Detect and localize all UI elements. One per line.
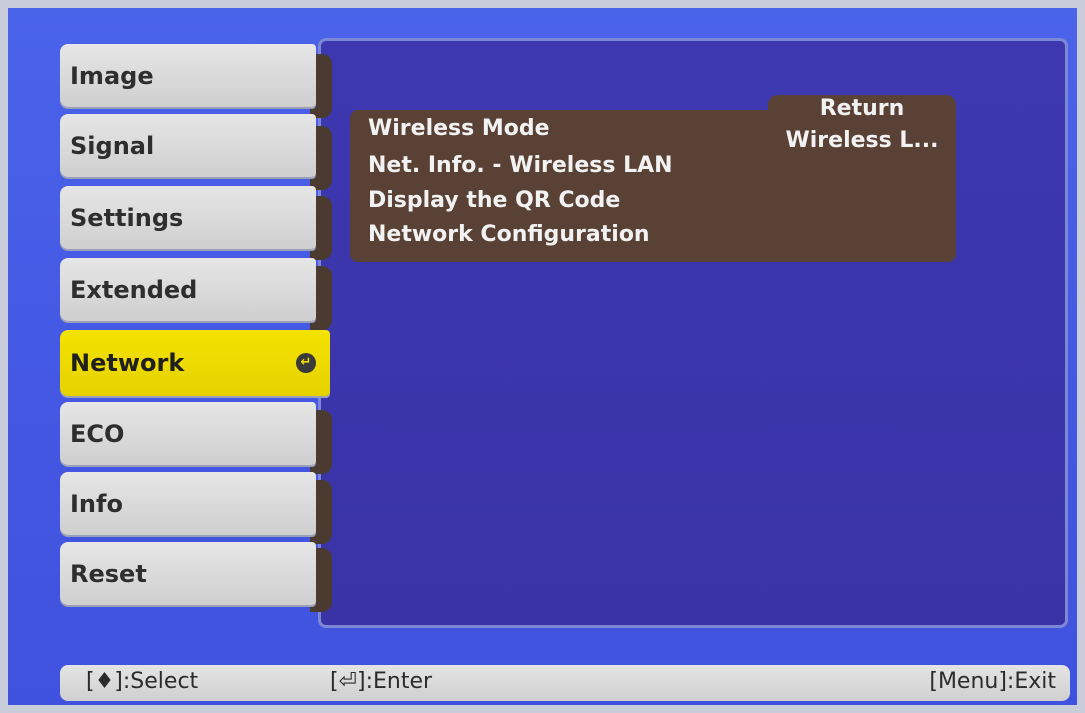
sidebar-item-extended[interactable]: Extended [60, 258, 316, 321]
sidebar-item-network[interactable]: Network ↵ [60, 330, 330, 396]
menu-item-label: Net. Info. - Wireless LAN [368, 153, 673, 178]
menu-item-label: Network Configuration [368, 222, 650, 247]
menu-item-network-configuration[interactable]: Network Configuration [368, 219, 928, 251]
menu-item-label: Display the QR Code [368, 188, 621, 213]
enter-icon: ↵ [296, 353, 316, 373]
sidebar-item-label: Info [70, 489, 123, 518]
exit-hint: [Menu]:Exit [929, 669, 1056, 694]
enter-hint: [⏎]:Enter [330, 669, 433, 694]
sidebar-item-label: Reset [70, 559, 147, 588]
sidebar-item-label: Network [70, 349, 185, 377]
sidebar-item-reset[interactable]: Reset [60, 542, 316, 605]
sidebar-item-signal[interactable]: Signal [60, 114, 316, 177]
sidebar-item-label: Signal [70, 131, 155, 160]
sidebar-item-eco[interactable]: ECO [60, 402, 316, 465]
sidebar-item-settings[interactable]: Settings [60, 186, 316, 249]
menu-item-display-qr[interactable]: Display the QR Code [368, 185, 928, 217]
sidebar-item-label: Settings [70, 203, 184, 232]
sidebar-item-label: ECO [70, 419, 125, 448]
status-bar: [♦]:Select [⏎]:Enter [Menu]:Exit [60, 665, 1070, 701]
sidebar-item-label: Extended [70, 275, 198, 304]
sidebar-item-image[interactable]: Image [60, 44, 316, 107]
sidebar-item-label: Image [70, 61, 154, 90]
select-hint: [♦]:Select [86, 669, 199, 694]
menu-item-label: Wireless Mode [368, 116, 550, 141]
menu-item-net-info[interactable]: Net. Info. - Wireless LAN [368, 150, 928, 182]
sidebar-item-info[interactable]: Info [60, 472, 316, 535]
